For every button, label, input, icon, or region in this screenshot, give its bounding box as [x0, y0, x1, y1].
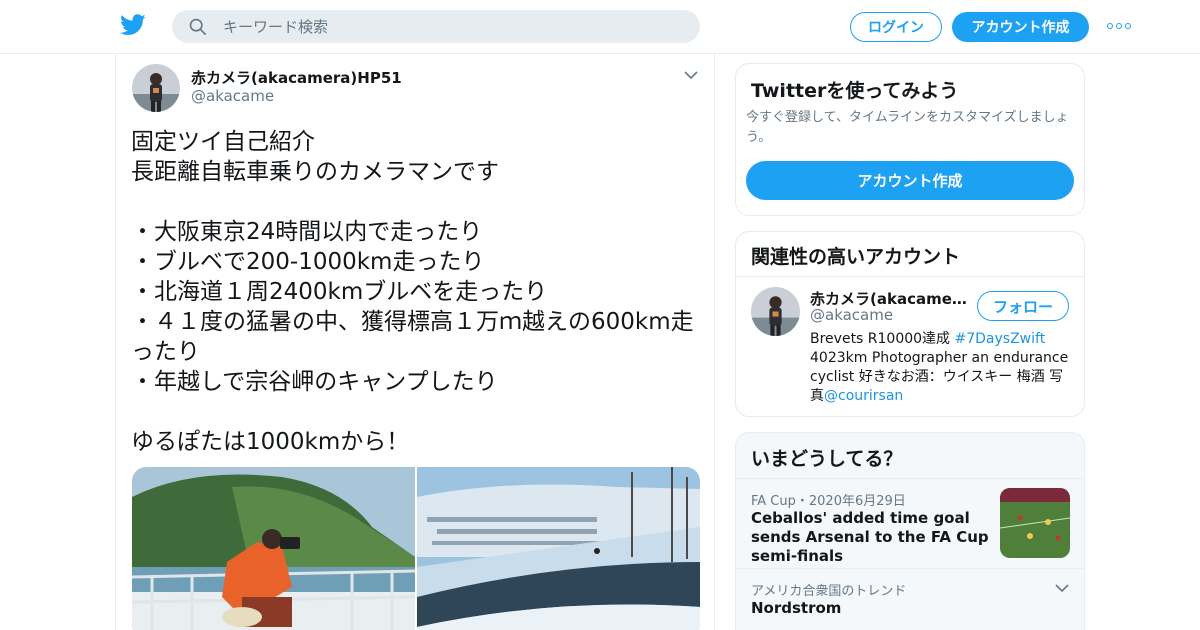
related-account-handle[interactable]: @akacame	[810, 306, 893, 324]
search-icon	[189, 18, 207, 35]
photo-cyclist-coast[interactable]	[132, 467, 415, 630]
bio-mention-link[interactable]: @courirsan	[824, 388, 903, 404]
trend-headline[interactable]: Ceballos' added time goal sends Arsenal …	[751, 509, 991, 566]
trends-card: いまどうしてる？ FA Cup・2020年6月29日 Ceballos' add…	[735, 432, 1085, 630]
trend-meta: FA Cup・2020年6月29日	[751, 494, 906, 509]
signup-card-title: Twitterを使ってみよう	[751, 80, 959, 102]
tweet-author-handle[interactable]: @akacame	[191, 87, 274, 105]
related-account-bio: Brevets R10000達成 #7DaysZwift 4023km Phot…	[810, 330, 1072, 406]
signup-button[interactable]: アカウント作成	[952, 12, 1089, 42]
bio-hashtag-link[interactable]: #7DaysZwift	[955, 331, 1046, 347]
divider	[736, 568, 1084, 569]
tweet-media[interactable]	[132, 467, 700, 630]
follow-button[interactable]: フォロー	[977, 291, 1069, 321]
signup-card: Twitterを使ってみよう 今すぐ登録して、タイムラインをカスタマイズしましょ…	[735, 63, 1085, 216]
search-input[interactable]	[223, 17, 663, 36]
trends-title: いまどうしてる？	[751, 448, 903, 470]
signup-card-subtitle: 今すぐ登録して、タイムラインをカスタマイズしましょう。	[746, 110, 1069, 145]
divider	[736, 478, 1084, 479]
signup-card-button[interactable]: アカウント作成	[746, 161, 1074, 200]
bio-text: Brevets R10000達成	[810, 331, 955, 347]
tweet-card: 赤カメラ(akacamera)HP51 @akacame 固定ツイ自己紹介 長距…	[115, 54, 715, 630]
trend-thumbnail[interactable]	[1000, 488, 1070, 558]
avatar[interactable]	[751, 287, 800, 336]
login-button[interactable]: ログイン	[850, 12, 942, 42]
top-navigation-bar: ログイン アカウント作成	[0, 0, 1200, 54]
chevron-down-icon[interactable]	[684, 70, 698, 80]
trend-location-meta: アメリカ合衆国のトレンド	[751, 584, 907, 599]
search-bar[interactable]	[172, 10, 700, 43]
chevron-down-icon[interactable]	[1055, 583, 1069, 593]
tweet-text: 固定ツイ自己紹介 長距離自転車乗りのカメラマンです ・大阪東京24時間以内で走っ…	[131, 129, 694, 455]
tweet-author-name[interactable]: 赤カメラ(akacamera)HP51	[191, 67, 402, 88]
twitter-bird-logo-icon[interactable]	[120, 14, 146, 36]
more-dots-icon[interactable]	[1107, 18, 1131, 34]
related-accounts-card: 関連性の高いアカウント 赤カメラ(akacamera)HP51 @akacame…	[735, 231, 1085, 417]
avatar[interactable]	[132, 64, 180, 112]
related-accounts-title: 関連性の高いアカウント	[751, 246, 961, 268]
trend-name[interactable]: Nordstrom	[751, 599, 841, 617]
divider	[736, 276, 1084, 277]
photo-snowy-road[interactable]	[417, 467, 700, 630]
